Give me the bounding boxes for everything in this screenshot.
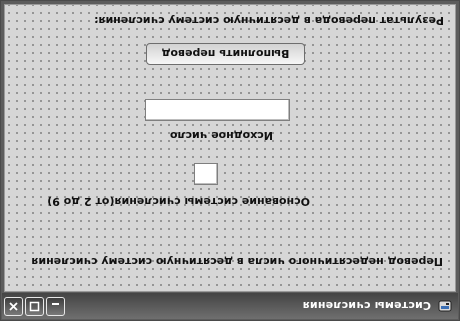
base-input[interactable] [194,163,218,185]
minimize-icon [50,297,61,316]
maximize-button[interactable] [25,297,44,316]
rotated-stage: Системы счисления Перевод недесятичного … [0,0,460,321]
number-label: Исходное число [169,129,273,142]
form-client-area: Перевод недесятичного числа в десятичную… [4,4,456,292]
close-button[interactable] [4,297,23,316]
app-icon [437,298,453,314]
form-heading: Перевод недесятичного числа в десятичную… [31,255,443,268]
app-window: Системы счисления Перевод недесятичного … [0,0,460,321]
base-label: Основание системы счисления(от 2 до 9) [47,195,310,208]
title-bar[interactable]: Системы счисления [2,293,458,319]
minimize-button[interactable] [46,297,65,316]
result-label: Результат перевода в десятичную систему … [94,14,444,27]
number-input[interactable] [145,99,290,121]
window-title: Системы счисления [302,299,432,313]
convert-button[interactable]: Выполнить перевод [146,43,305,65]
window-controls [4,297,65,316]
maximize-icon [29,297,40,316]
close-icon [8,297,19,316]
